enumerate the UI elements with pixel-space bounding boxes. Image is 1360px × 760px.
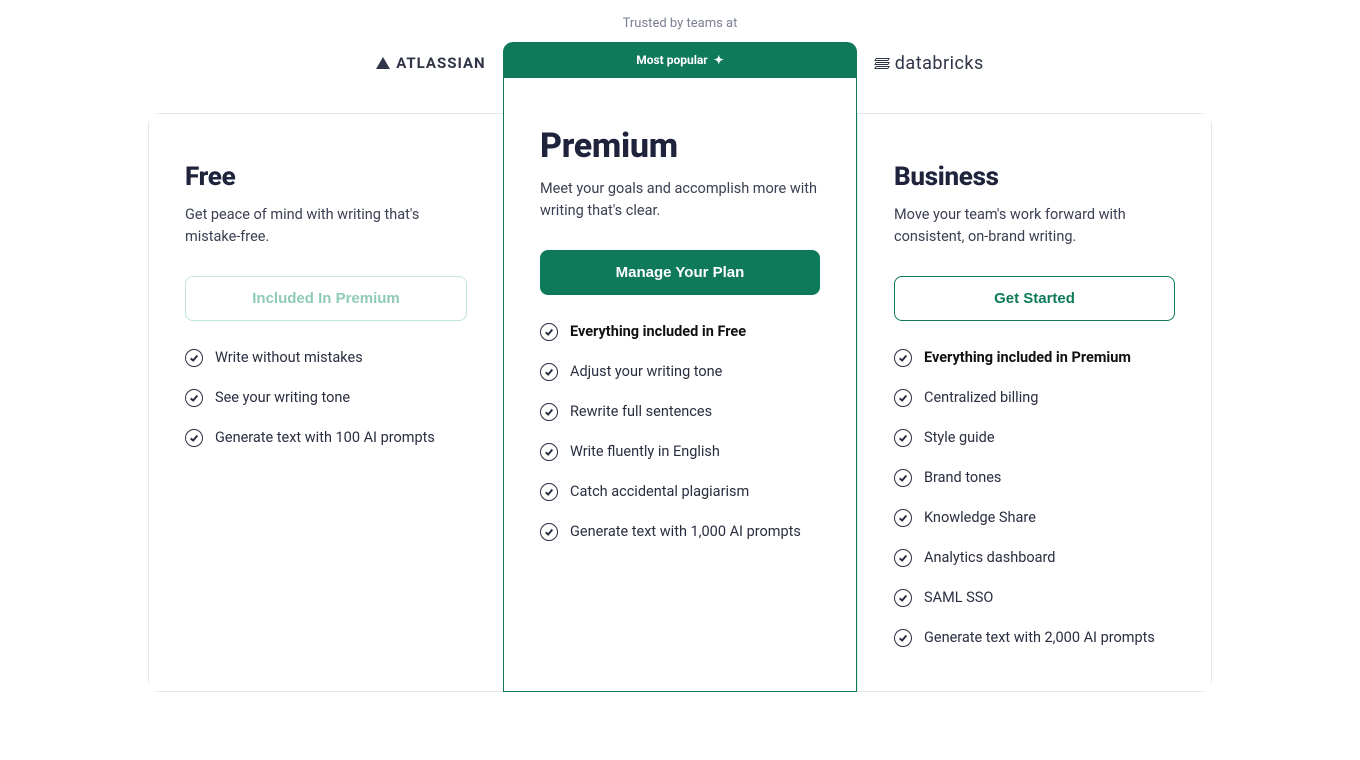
feature-item: SAML SSO [894, 589, 1175, 607]
feature-item: Centralized billing [894, 389, 1175, 407]
logo-atlassian: ATLASSIAN [376, 54, 485, 72]
check-icon [894, 429, 912, 447]
check-icon [540, 523, 558, 541]
plan-description: Move your team's work forward with consi… [894, 204, 1174, 248]
plan-name: Business [894, 162, 1175, 192]
get-started-button[interactable]: Get Started [894, 276, 1175, 321]
plan-description: Meet your goals and accomplish more with… [540, 178, 820, 222]
check-icon [894, 389, 912, 407]
plan-business: Business Move your team's work forward w… [857, 114, 1211, 691]
feature-item: Style guide [894, 429, 1175, 447]
feature-item: Generate text with 100 AI prompts [185, 429, 467, 447]
trusted-by-label: Trusted by teams at [0, 16, 1360, 31]
plan-premium: Most popular✦ Premium Meet your goals an… [503, 78, 857, 692]
check-icon [894, 589, 912, 607]
feature-item: Generate text with 1,000 AI prompts [540, 523, 820, 541]
check-icon [894, 349, 912, 367]
feature-item: Analytics dashboard [894, 549, 1175, 567]
plan-description: Get peace of mind with writing that's mi… [185, 204, 465, 248]
feature-item: Knowledge Share [894, 509, 1175, 527]
feature-item: See your writing tone [185, 389, 467, 407]
check-icon [894, 469, 912, 487]
feature-item: Write fluently in English [540, 443, 820, 461]
check-icon [894, 549, 912, 567]
databricks-icon [875, 58, 889, 69]
feature-item: Rewrite full sentences [540, 403, 820, 421]
atlassian-icon [376, 57, 390, 69]
feature-item: Everything included in Free [540, 323, 820, 341]
check-icon [185, 389, 203, 407]
plan-features: Everything included in Premium Centraliz… [894, 349, 1175, 647]
logo-databricks: databricks [875, 53, 984, 74]
check-icon [185, 429, 203, 447]
plan-name: Free [185, 162, 467, 192]
pricing-plans: Free Get peace of mind with writing that… [148, 113, 1212, 692]
check-icon [894, 629, 912, 647]
feature-item: Catch accidental plagiarism [540, 483, 820, 501]
plan-features: Everything included in Free Adjust your … [540, 323, 820, 541]
check-icon [894, 509, 912, 527]
most-popular-banner: Most popular✦ [503, 42, 857, 78]
feature-item: Brand tones [894, 469, 1175, 487]
feature-item: Generate text with 2,000 AI prompts [894, 629, 1175, 647]
plan-features: Write without mistakes See your writing … [185, 349, 467, 447]
check-icon [540, 363, 558, 381]
check-icon [185, 349, 203, 367]
feature-item: Everything included in Premium [894, 349, 1175, 367]
plan-name: Premium [540, 126, 820, 166]
check-icon [540, 323, 558, 341]
sparkle-icon: ✦ [714, 53, 724, 67]
check-icon [540, 403, 558, 421]
check-icon [540, 443, 558, 461]
manage-your-plan-button[interactable]: Manage Your Plan [540, 250, 820, 295]
check-icon [540, 483, 558, 501]
plan-free: Free Get peace of mind with writing that… [149, 114, 503, 691]
included-in-premium-button: Included In Premium [185, 276, 467, 321]
feature-item: Adjust your writing tone [540, 363, 820, 381]
feature-item: Write without mistakes [185, 349, 467, 367]
